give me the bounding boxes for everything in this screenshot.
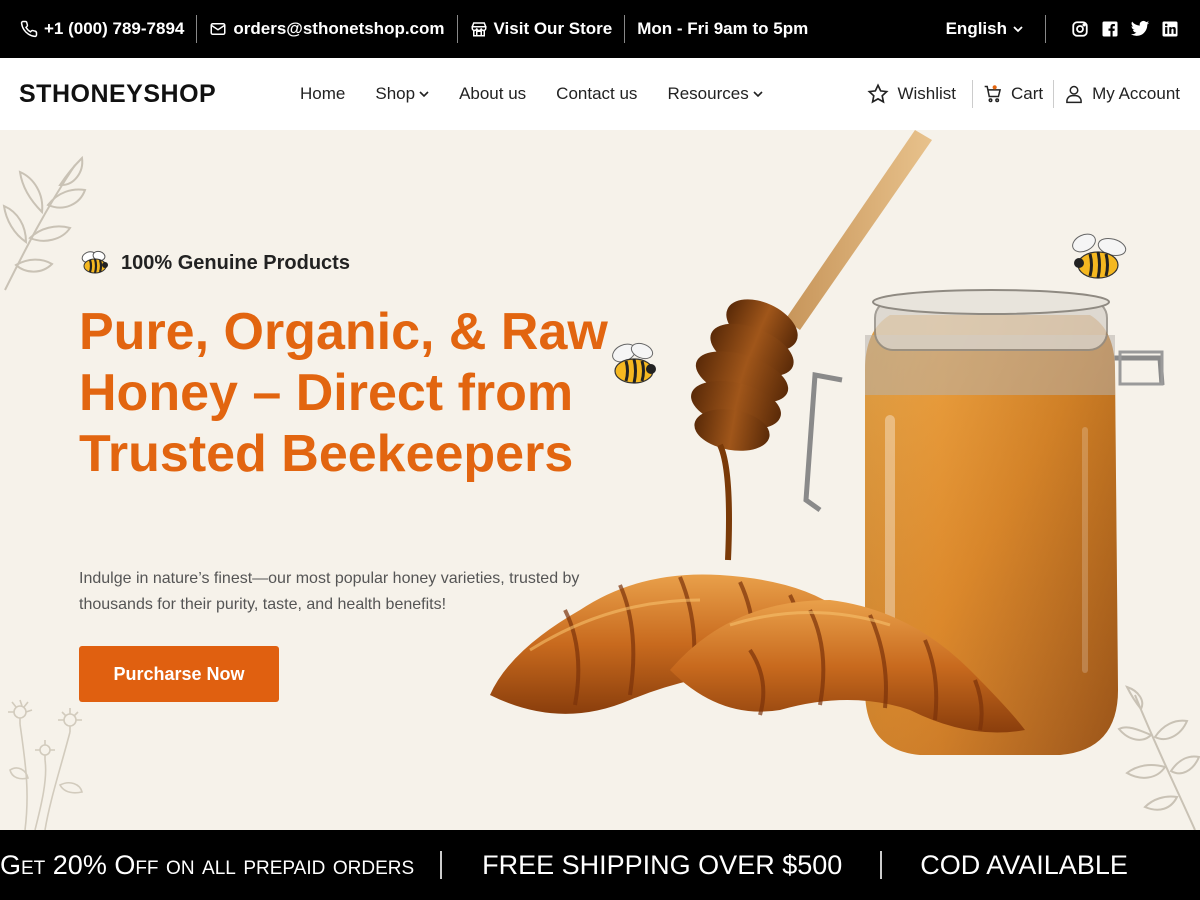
account-label: My Account [1092, 84, 1180, 103]
topbar-right: English [946, 0, 1180, 58]
flower-decoration-icon [8, 699, 83, 830]
cart-icon [984, 85, 1002, 103]
divider [196, 15, 198, 43]
wishlist-link[interactable]: Wishlist [867, 83, 956, 105]
chevron-down-icon [1013, 26, 1023, 33]
main-nav: Home Shop About us Contact us Resources [300, 58, 763, 130]
hours-text: Mon - Fri 9am to 5pm [637, 19, 809, 38]
facebook-icon[interactable] [1100, 19, 1120, 39]
nav-contact[interactable]: Contact us [556, 84, 637, 104]
nav-shop[interactable]: Shop [375, 84, 429, 104]
main-header: STHONEYSHOP Home Shop About us Contact u… [0, 58, 1200, 130]
store-icon [471, 22, 487, 37]
chevron-down-icon [419, 91, 429, 98]
header-actions: Wishlist Cart My Account [867, 58, 1180, 130]
bee-icon [81, 250, 108, 274]
nav-about[interactable]: About us [459, 84, 526, 104]
visit-store-link[interactable]: Visit Our Store [470, 0, 613, 58]
nav-resources-label: Resources [667, 84, 749, 103]
user-icon [1066, 85, 1082, 104]
phone-icon [20, 20, 38, 38]
divider [972, 80, 973, 108]
star-icon [867, 83, 889, 104]
cart-link[interactable]: Cart [983, 84, 1043, 104]
divider [624, 15, 626, 43]
divider [1053, 80, 1055, 108]
nav-home[interactable]: Home [300, 84, 345, 104]
promo-prepaid-offer: Get 20% Off on all prepaid orders [0, 849, 415, 880]
visit-store-label: Visit Our Store [493, 19, 613, 38]
phone-contact[interactable]: +1 (000) 789-7894 [20, 0, 184, 58]
store-hours: Mon - Fri 9am to 5pm [637, 0, 808, 58]
top-bar: +1 (000) 789-7894 orders@sthonetshop.com… [0, 0, 1200, 58]
twitter-icon[interactable] [1130, 19, 1150, 39]
nav-resources[interactable]: Resources [667, 84, 763, 104]
leaf-decoration-icon [2, 155, 87, 291]
promo-free-shipping: FREE SHIPPING OVER $500 [482, 849, 843, 880]
promo-marquee: Get 20% Off on all prepaid orders FREE S… [0, 830, 1200, 900]
divider [456, 15, 458, 43]
divider [1045, 15, 1046, 43]
linkedin-icon[interactable] [1160, 19, 1180, 39]
email-address: orders@sthonetshop.com [233, 19, 445, 38]
phone-number: +1 (000) 789-7894 [44, 19, 185, 38]
badge-text: 100% Genuine Products [121, 251, 350, 274]
genuine-badge: 100% Genuine Products [79, 250, 350, 276]
language-label: English [945, 19, 1007, 38]
promo-cod: COD AVAILABLE [920, 849, 1128, 880]
hero-section: 100% Genuine Products Pure, Organic, & R… [0, 130, 1200, 830]
account-link[interactable]: My Account [1064, 83, 1180, 105]
email-contact[interactable]: orders@sthonetshop.com [209, 0, 445, 58]
cart-label: Cart [1011, 84, 1044, 103]
purchase-now-button[interactable]: Purcharse Now [79, 646, 279, 702]
divider [440, 851, 443, 879]
wishlist-label: Wishlist [897, 84, 956, 103]
divider [880, 851, 883, 879]
site-logo[interactable]: STHONEYSHOP [19, 80, 216, 109]
honey-product-image [490, 130, 1165, 755]
language-selector[interactable]: English [946, 0, 1023, 58]
instagram-icon[interactable] [1070, 19, 1090, 39]
nav-shop-label: Shop [375, 84, 416, 103]
chevron-down-icon [753, 91, 763, 98]
mail-icon [210, 23, 226, 35]
